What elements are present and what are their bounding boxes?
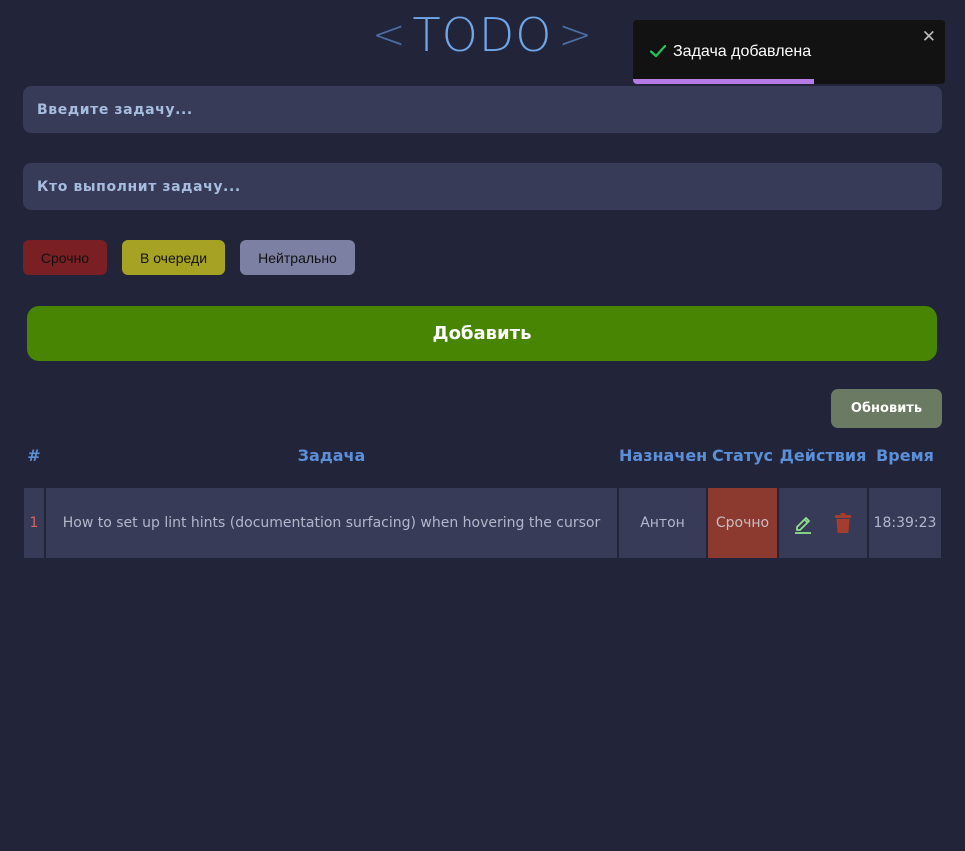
- toast-progress-bar: [633, 79, 814, 84]
- priority-neutral-button[interactable]: Нейтрально: [240, 240, 355, 275]
- row-status: Срочно: [708, 488, 777, 558]
- task-input[interactable]: [23, 86, 942, 133]
- header-actions: Действия: [779, 446, 867, 465]
- row-number: 1: [24, 488, 44, 558]
- title-left-bracket: <: [372, 12, 407, 58]
- add-button[interactable]: Добавить: [27, 306, 937, 361]
- row-time: 18:39:23: [869, 488, 941, 558]
- toast-message: Задача добавлена: [673, 43, 812, 60]
- task-table: # Задача Назначен Статус Действия Время …: [24, 436, 941, 558]
- header-time: Время: [876, 446, 934, 465]
- row-assignee: Антон: [619, 488, 706, 558]
- pencil-icon[interactable]: [792, 512, 814, 534]
- header-task: Задача: [297, 446, 366, 465]
- header-assignee: Назначен: [619, 446, 708, 465]
- header-number: #: [27, 446, 41, 465]
- check-icon: [649, 42, 667, 60]
- row-actions: [779, 488, 867, 558]
- table-row: 1 How to set up lint hints (documentatio…: [24, 488, 941, 558]
- row-task: How to set up lint hints (documentation …: [46, 488, 617, 558]
- assignee-input[interactable]: [23, 163, 942, 210]
- toast-notification: Задача добавлена ✕: [633, 20, 945, 84]
- priority-queue-button[interactable]: В очереди: [122, 240, 225, 275]
- table-header: # Задача Назначен Статус Действия Время: [24, 436, 941, 476]
- header-status: Статус: [712, 446, 773, 465]
- title-text: TODO: [412, 8, 553, 62]
- trash-icon[interactable]: [832, 512, 854, 534]
- priority-urgent-button[interactable]: Срочно: [23, 240, 107, 275]
- refresh-button[interactable]: Обновить: [831, 389, 942, 428]
- title-right-bracket: >: [558, 12, 593, 58]
- close-icon[interactable]: ✕: [922, 27, 936, 47]
